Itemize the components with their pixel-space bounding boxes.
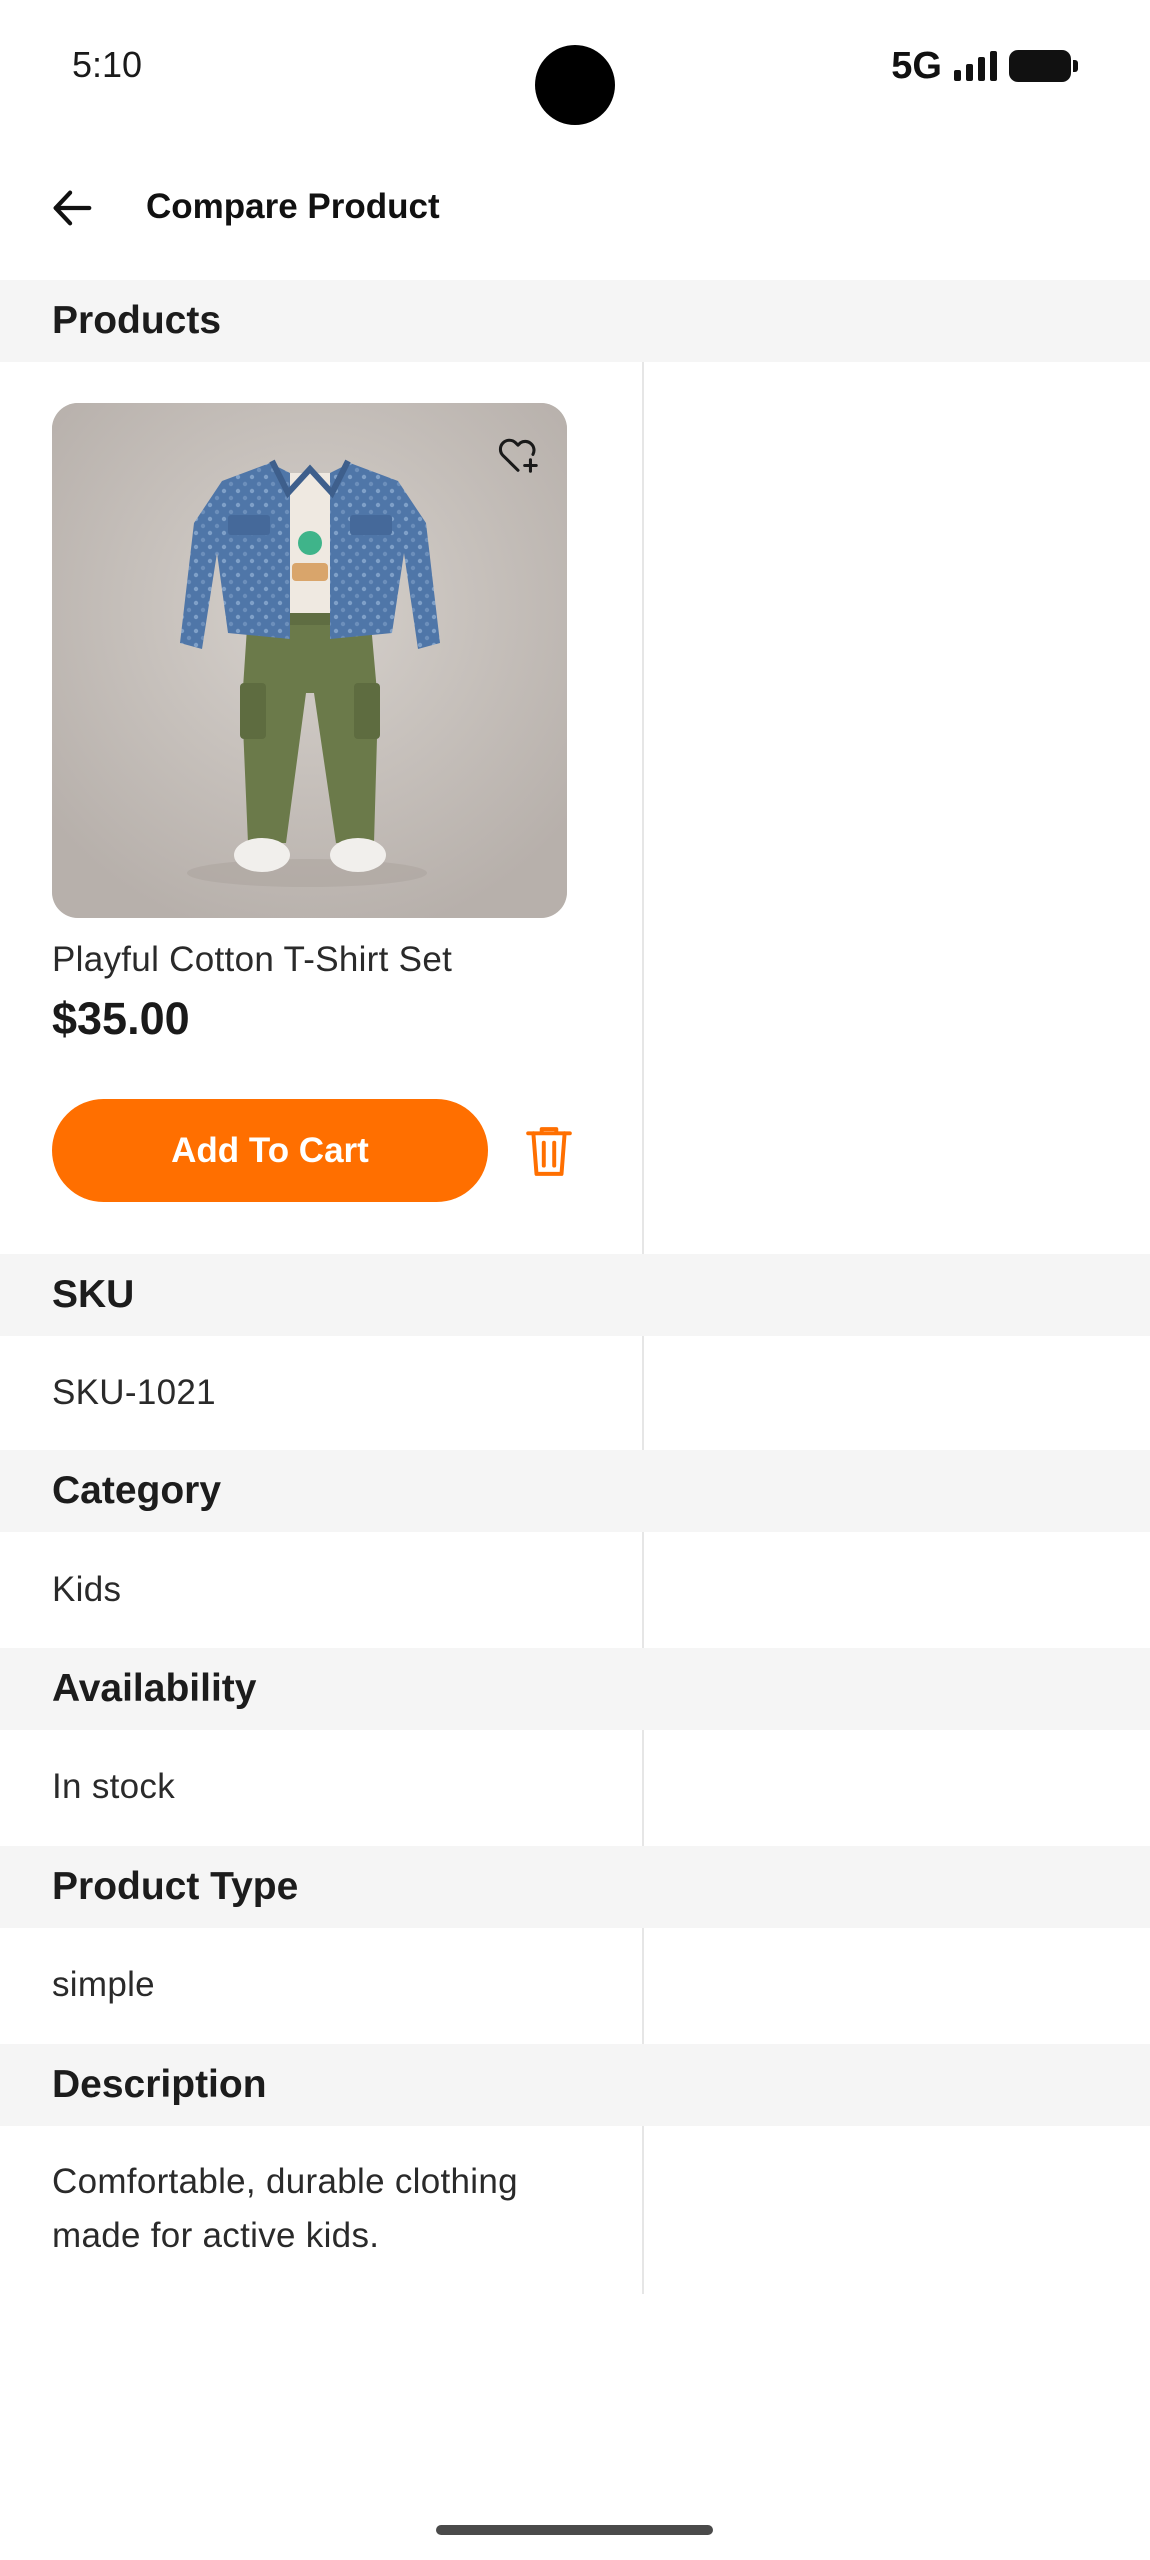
status-bar: 5:10 5G <box>0 0 1150 135</box>
product-image[interactable] <box>52 403 567 918</box>
section-header-product-type: Product Type <box>0 1846 1150 1928</box>
trash-icon <box>526 1127 572 1176</box>
remove-product-button[interactable] <box>520 1120 578 1182</box>
section-header-availability: Availability <box>0 1648 1150 1730</box>
page-title: Compare Product <box>146 187 440 226</box>
product-type-value: simple <box>52 1965 155 2004</box>
column-divider <box>642 1730 644 1846</box>
arrow-left-icon <box>53 190 92 226</box>
section-title: Products <box>52 299 222 342</box>
product-name[interactable]: Playful Cotton T-Shirt Set <box>52 940 452 980</box>
section-header-sku: SKU <box>0 1254 1150 1336</box>
section-title: SKU <box>52 1273 135 1316</box>
wishlist-button[interactable] <box>492 428 544 480</box>
availability-value: In stock <box>52 1767 176 1806</box>
section-title: Category <box>52 1469 222 1512</box>
product-price: $35.00 <box>52 993 190 1044</box>
back-button[interactable] <box>40 176 104 240</box>
app-bar: Compare Product <box>0 160 1150 256</box>
status-icons: 5G <box>891 44 1078 88</box>
camera-cutout <box>535 45 615 125</box>
column-divider <box>642 1928 644 2044</box>
section-title: Description <box>52 2063 267 2106</box>
add-to-cart-button[interactable]: Add To Cart <box>52 1099 488 1202</box>
home-indicator[interactable] <box>436 2525 713 2535</box>
status-time: 5:10 <box>72 44 143 85</box>
signal-icon <box>954 51 997 81</box>
battery-icon <box>1009 50 1078 82</box>
description-value: Comfortable, durable clothing made for a… <box>52 2162 518 2255</box>
column-divider <box>642 362 644 1254</box>
section-title: Product Type <box>52 1865 299 1908</box>
column-divider <box>642 1532 644 1648</box>
section-header-category: Category <box>0 1450 1150 1532</box>
sku-value: SKU-1021 <box>52 1373 216 1412</box>
network-label: 5G <box>891 44 942 87</box>
category-value: Kids <box>52 1570 122 1609</box>
product-illustration <box>52 403 567 918</box>
column-divider <box>642 1336 644 1450</box>
column-divider <box>642 2126 644 2294</box>
section-title: Availability <box>52 1667 257 1710</box>
heart-plus-icon <box>498 438 538 473</box>
section-header-description: Description <box>0 2044 1150 2126</box>
section-header-products: Products <box>0 280 1150 362</box>
